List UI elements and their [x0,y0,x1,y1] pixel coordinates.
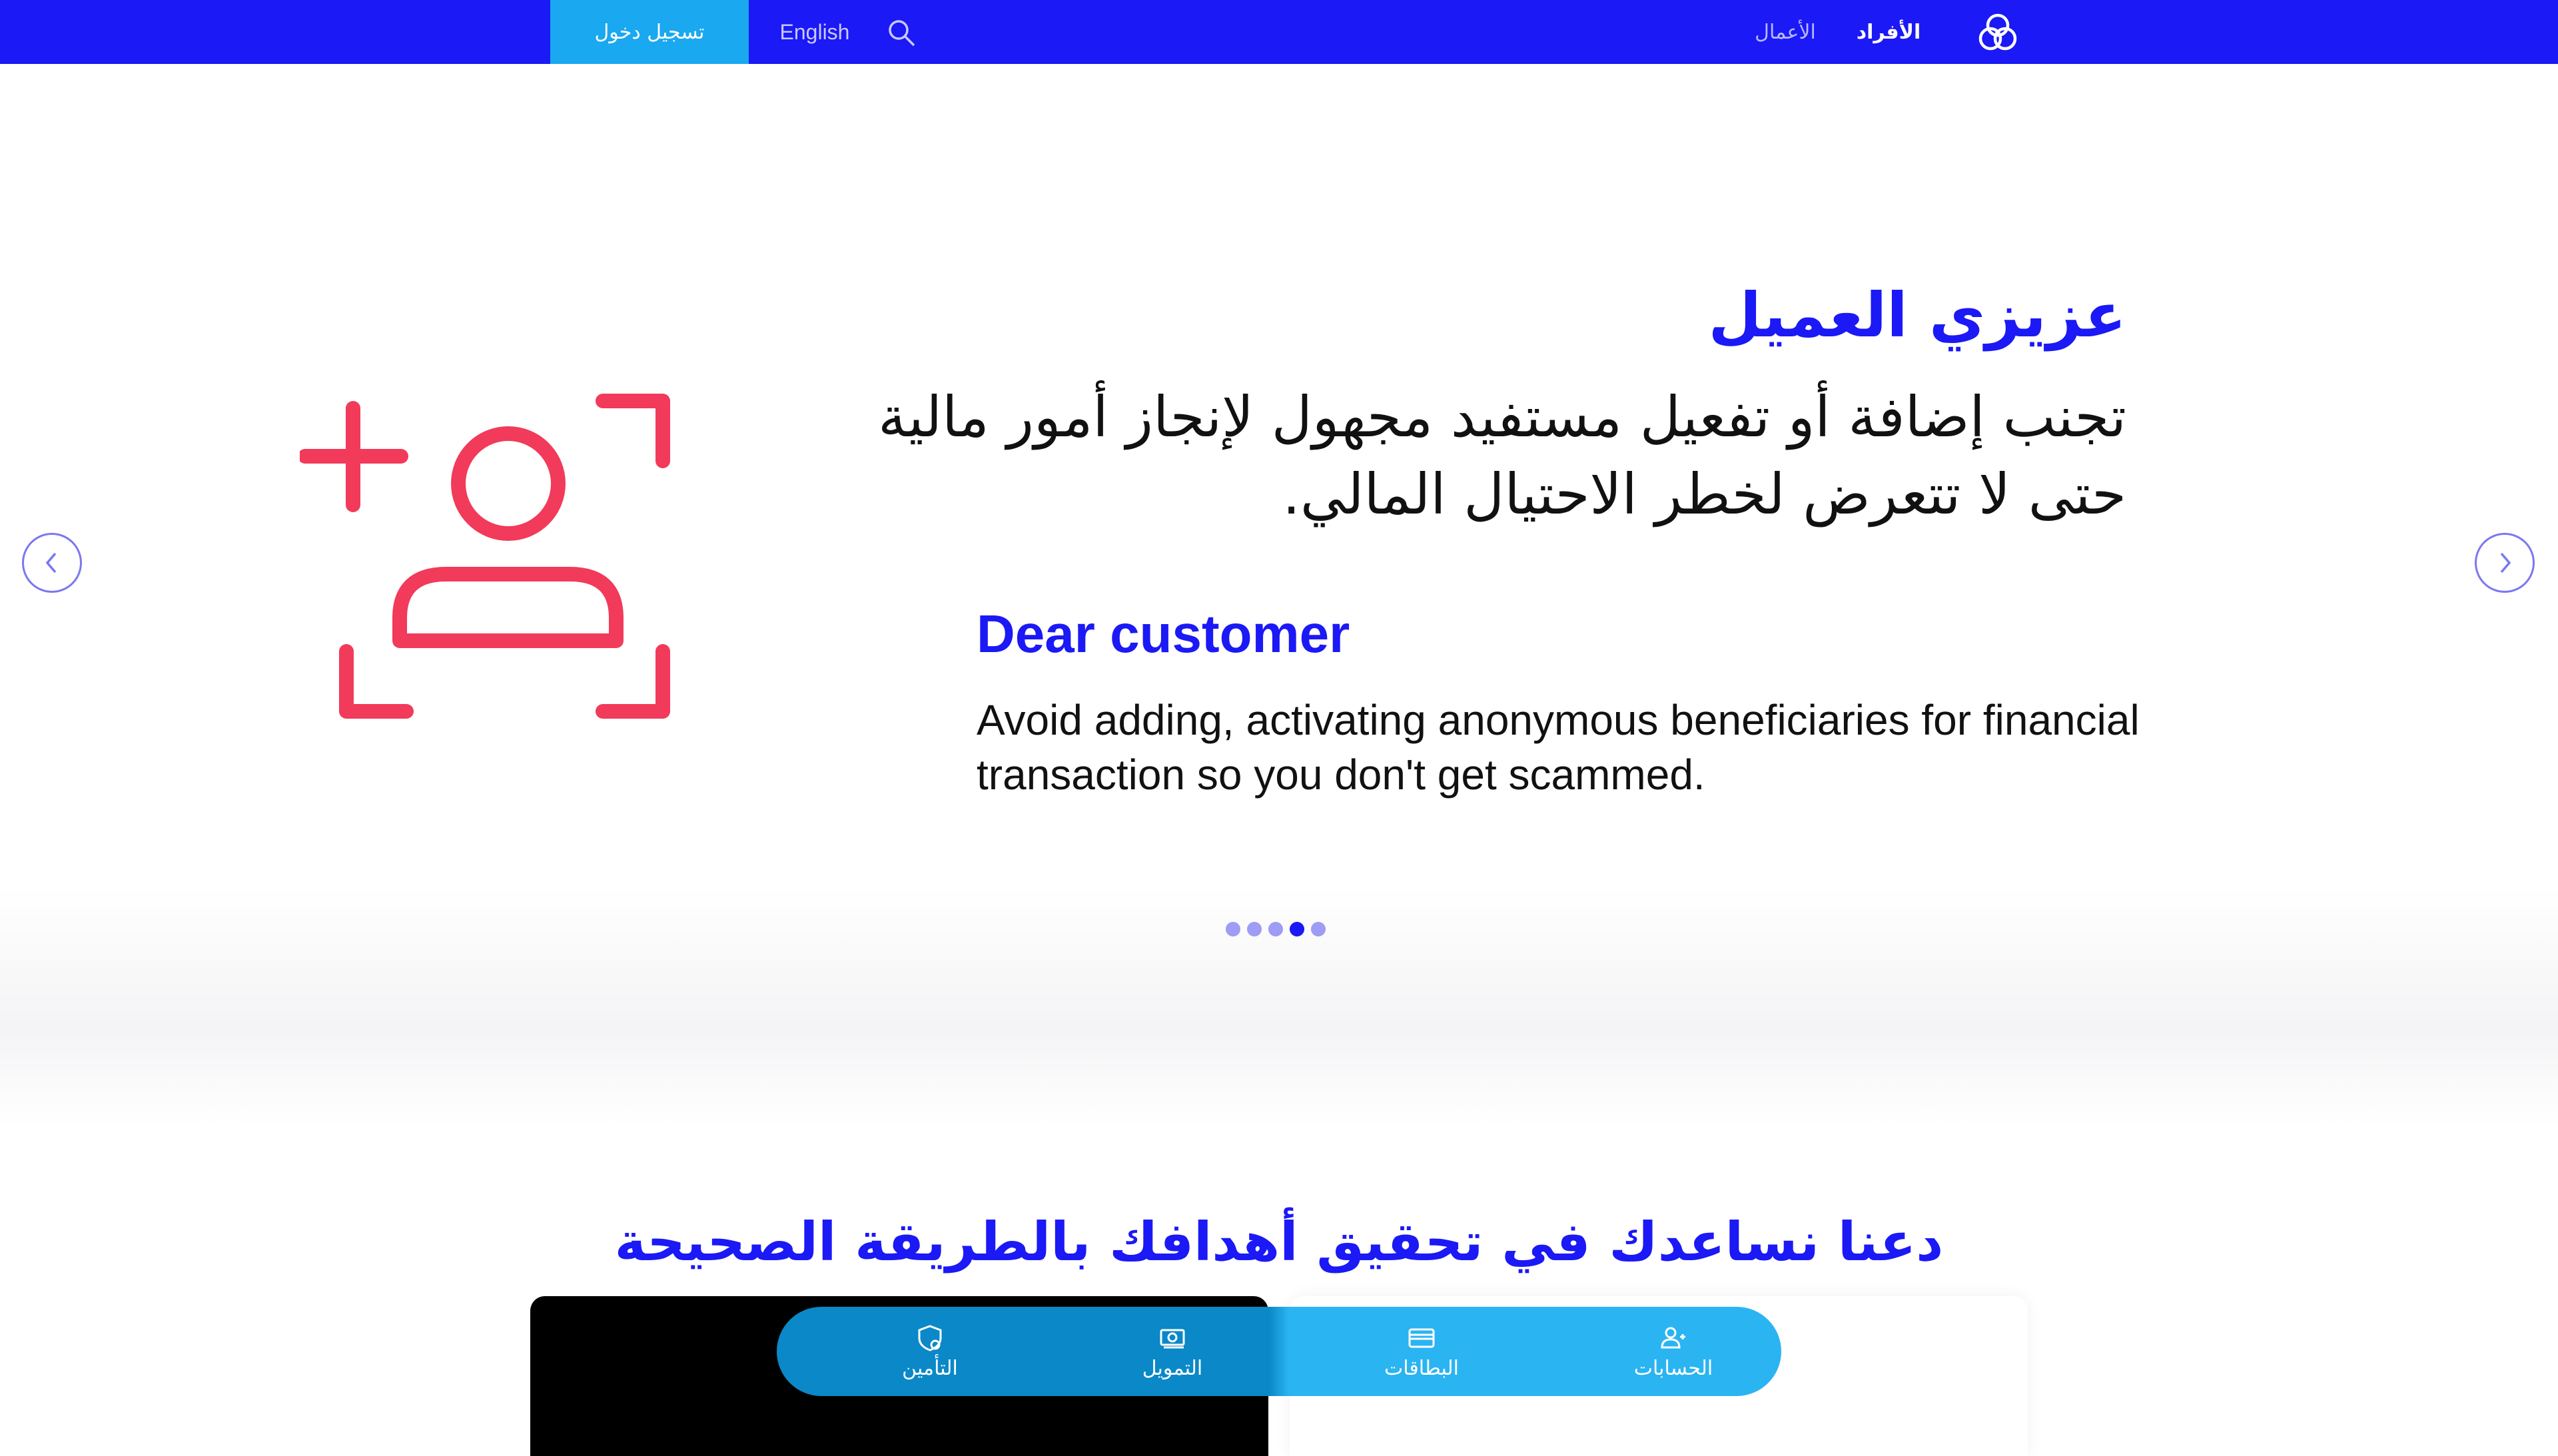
tab-label: التأمين [902,1356,958,1380]
slider-prev-button[interactable] [22,533,82,593]
slider-pagination [1226,922,1332,938]
shield-icon [918,1324,942,1351]
chevron-right-icon [2500,552,2511,573]
slider-dot-active[interactable] [1290,922,1304,936]
tab-business[interactable]: الأعمال [1732,0,1839,64]
top-navbar: تسجيل دخول English الأعمال الأفراد [0,0,2558,64]
search-icon[interactable] [886,17,917,48]
banknote-icon [1160,1329,1185,1348]
tab-insurance[interactable]: التأمين [850,1307,1010,1396]
slider-dot[interactable] [1268,922,1283,936]
login-button[interactable]: تسجيل دخول [550,0,749,64]
slider-dot[interactable] [1226,922,1240,936]
product-tabbar: التأمين التمويل البطاقات الحسابات [777,1307,1781,1396]
tab-label: الحسابات [1633,1356,1713,1380]
hero-arabic-text: تجنب إضافة أو تفعيل مستفيد مجهول لإنجاز … [878,384,2126,527]
tab-accounts[interactable]: الحسابات [1593,1307,1753,1396]
tab-finance[interactable]: التمويل [1092,1307,1252,1396]
language-switch-link[interactable]: English [766,0,863,64]
slider-next-button[interactable] [2475,533,2535,593]
brand-logo-icon[interactable] [1976,11,2020,55]
tab-label: البطاقات [1384,1356,1459,1380]
chevron-left-icon [45,552,57,573]
hero-english-text: Avoid adding, activating anonymous benef… [977,696,2140,799]
tab-label: التمويل [1142,1356,1203,1380]
hero-english-heading: Dear customer [977,604,1350,663]
add-user-icon [298,392,673,725]
section-title: دعنا نساعدك في تحقيق أهدافك بالطريقة الص… [614,1211,1944,1274]
card-icon [1408,1328,1435,1347]
tab-cards[interactable]: البطاقات [1342,1307,1501,1396]
tab-individuals[interactable]: الأفراد [1845,0,1932,64]
accounts-icon [1661,1327,1685,1348]
slider-dot[interactable] [1247,922,1262,936]
hero-arabic-heading: عزيزي العميل [1708,280,2126,351]
slider-dot[interactable] [1311,922,1326,936]
